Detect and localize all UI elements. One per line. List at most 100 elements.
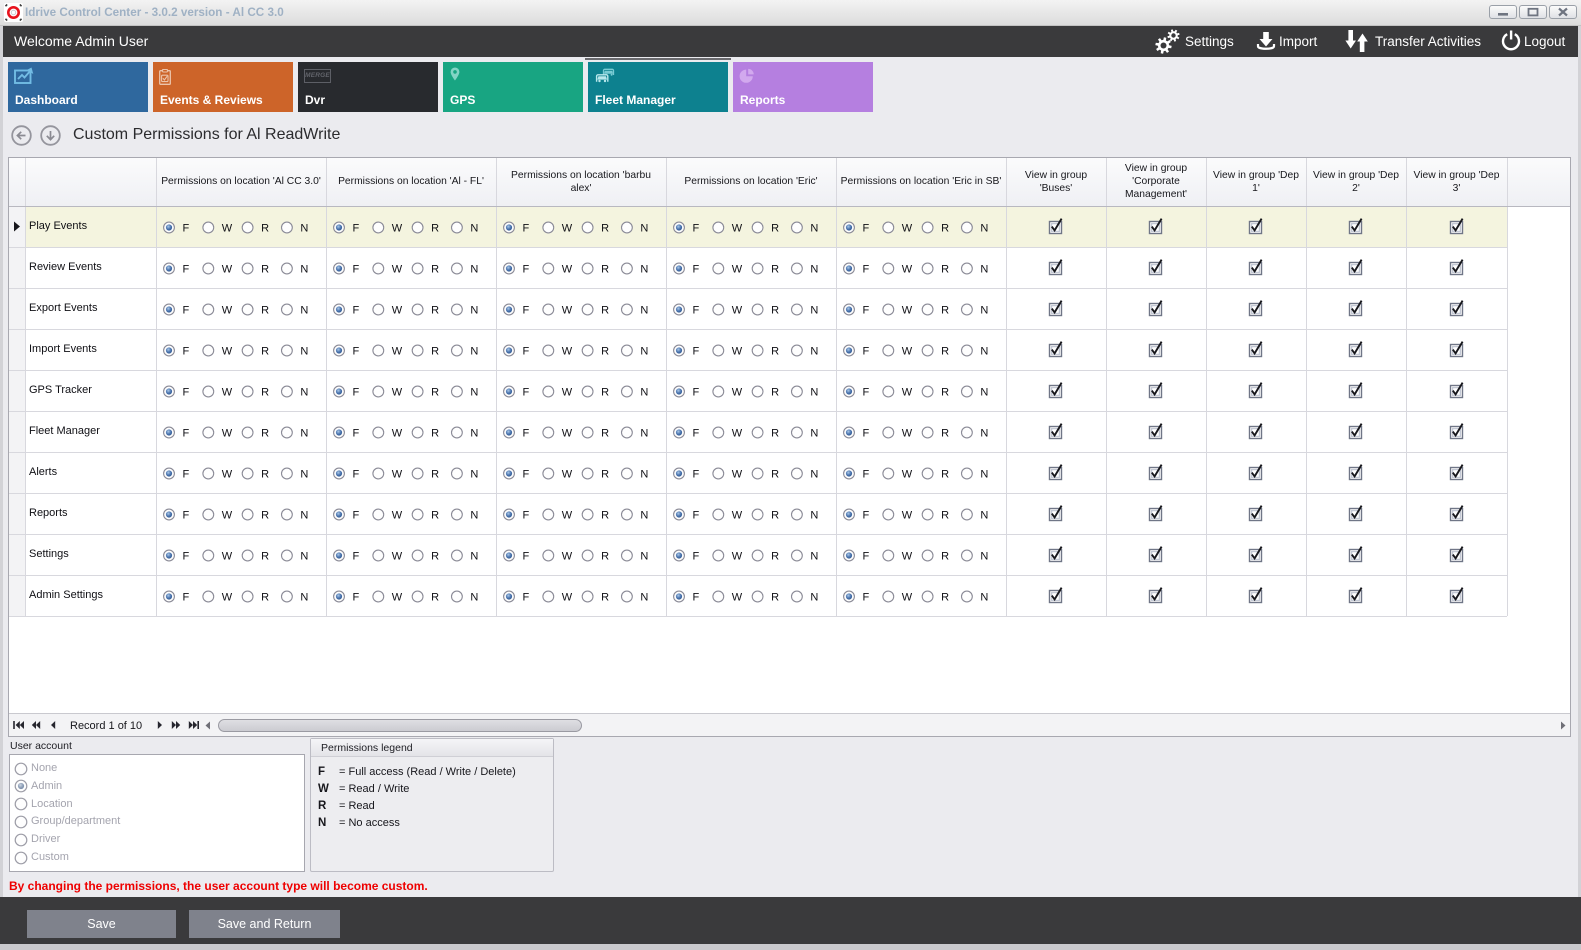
svg-text:N: N <box>470 305 478 317</box>
svg-text:R: R <box>261 264 269 276</box>
svg-text:W: W <box>902 592 913 604</box>
svg-text:F: F <box>523 264 530 276</box>
svg-text:N: N <box>810 592 818 604</box>
svg-text:N: N <box>300 510 308 522</box>
svg-text:N: N <box>470 223 478 235</box>
svg-text:N: N <box>300 551 308 563</box>
svg-text:N: N <box>470 592 478 604</box>
svg-text:F: F <box>863 387 870 399</box>
svg-text:W: W <box>902 346 913 358</box>
svg-text:W: W <box>222 387 233 399</box>
svg-text:F: F <box>693 510 700 522</box>
svg-text:R: R <box>431 469 439 481</box>
svg-text:N: N <box>640 346 648 358</box>
svg-text:W: W <box>392 264 403 276</box>
svg-text:W: W <box>392 223 403 235</box>
svg-text:W: W <box>902 428 913 440</box>
svg-text:W: W <box>392 551 403 563</box>
svg-text:F: F <box>523 387 530 399</box>
svg-text:W: W <box>222 305 233 317</box>
svg-text:F: F <box>863 346 870 358</box>
svg-text:R: R <box>431 346 439 358</box>
svg-text:W: W <box>392 510 403 522</box>
svg-text:R: R <box>601 387 609 399</box>
svg-text:W: W <box>222 264 233 276</box>
svg-text:F: F <box>353 305 360 317</box>
svg-text:R: R <box>771 510 779 522</box>
svg-text:W: W <box>562 305 573 317</box>
svg-text:N: N <box>300 428 308 440</box>
svg-text:R: R <box>431 592 439 604</box>
svg-text:W: W <box>392 469 403 481</box>
svg-text:N: N <box>980 305 988 317</box>
svg-text:W: W <box>562 264 573 276</box>
svg-text:R: R <box>771 223 779 235</box>
svg-text:F: F <box>523 428 530 440</box>
svg-text:F: F <box>353 346 360 358</box>
svg-text:N: N <box>470 428 478 440</box>
svg-text:W: W <box>562 387 573 399</box>
svg-text:R: R <box>941 469 949 481</box>
svg-text:N: N <box>810 223 818 235</box>
svg-text:N: N <box>640 469 648 481</box>
svg-text:F: F <box>353 264 360 276</box>
svg-text:F: F <box>183 264 190 276</box>
svg-text:W: W <box>392 387 403 399</box>
svg-text:N: N <box>810 428 818 440</box>
svg-text:F: F <box>353 469 360 481</box>
svg-text:N: N <box>980 223 988 235</box>
svg-text:R: R <box>261 223 269 235</box>
svg-text:W: W <box>902 510 913 522</box>
svg-text:W: W <box>392 346 403 358</box>
svg-text:N: N <box>980 551 988 563</box>
svg-text:N: N <box>300 264 308 276</box>
svg-text:F: F <box>863 305 870 317</box>
svg-text:R: R <box>941 510 949 522</box>
svg-text:W: W <box>732 551 743 563</box>
svg-text:F: F <box>183 592 190 604</box>
svg-text:W: W <box>222 510 233 522</box>
svg-text:N: N <box>470 469 478 481</box>
svg-text:R: R <box>431 223 439 235</box>
svg-text:R: R <box>771 469 779 481</box>
svg-text:R: R <box>771 592 779 604</box>
svg-text:F: F <box>523 223 530 235</box>
svg-text:N: N <box>470 510 478 522</box>
svg-text:R: R <box>601 264 609 276</box>
svg-text:F: F <box>863 469 870 481</box>
svg-text:N: N <box>980 346 988 358</box>
svg-text:W: W <box>902 469 913 481</box>
svg-text:F: F <box>693 592 700 604</box>
svg-text:N: N <box>810 346 818 358</box>
svg-text:R: R <box>431 551 439 563</box>
svg-text:R: R <box>261 551 269 563</box>
svg-text:F: F <box>353 551 360 563</box>
svg-text:F: F <box>863 592 870 604</box>
svg-text:N: N <box>810 264 818 276</box>
svg-text:R: R <box>771 551 779 563</box>
svg-text:N: N <box>980 592 988 604</box>
svg-text:F: F <box>183 223 190 235</box>
svg-text:F: F <box>693 223 700 235</box>
svg-text:N: N <box>640 510 648 522</box>
svg-text:F: F <box>353 592 360 604</box>
svg-text:R: R <box>601 428 609 440</box>
svg-text:W: W <box>222 223 233 235</box>
svg-text:F: F <box>353 387 360 399</box>
svg-text:R: R <box>771 387 779 399</box>
svg-text:W: W <box>732 428 743 440</box>
svg-text:F: F <box>353 510 360 522</box>
svg-text:F: F <box>523 469 530 481</box>
svg-text:N: N <box>810 305 818 317</box>
svg-text:N: N <box>470 264 478 276</box>
svg-text:F: F <box>863 551 870 563</box>
svg-text:R: R <box>601 510 609 522</box>
svg-text:F: F <box>183 305 190 317</box>
svg-text:F: F <box>693 264 700 276</box>
svg-text:N: N <box>980 387 988 399</box>
svg-text:R: R <box>261 510 269 522</box>
svg-text:F: F <box>693 346 700 358</box>
svg-text:W: W <box>562 551 573 563</box>
svg-text:N: N <box>980 469 988 481</box>
svg-text:N: N <box>470 551 478 563</box>
